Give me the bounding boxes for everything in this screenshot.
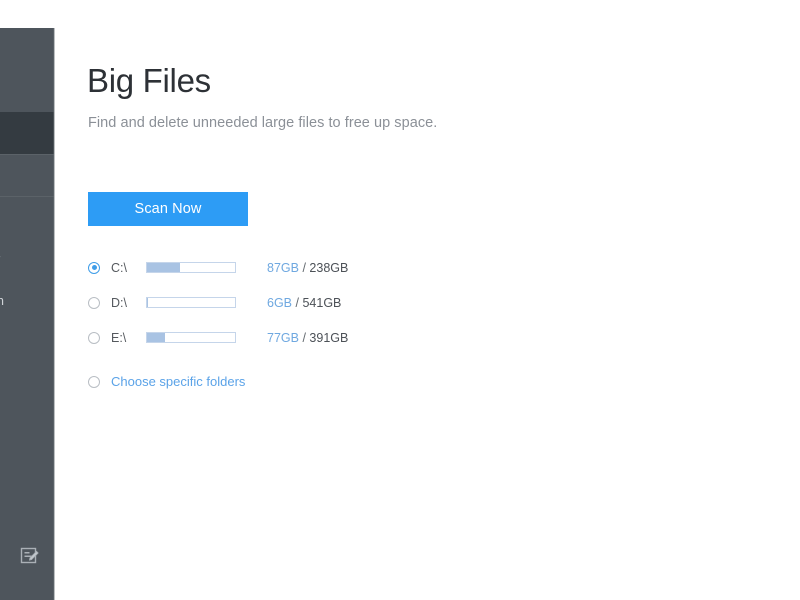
choose-specific-folders-row[interactable]: Choose specific folders <box>88 364 248 399</box>
choose-folders-radio[interactable] <box>88 375 100 388</box>
drive-used-d: 6GB <box>267 295 293 310</box>
page-title: Big Files <box>87 62 211 99</box>
drive-total-e: 391GB <box>309 330 349 345</box>
app-window: Big Files Duplicate Files Big Files Syst… <box>0 0 800 600</box>
drive-usage-bar-c <box>146 262 236 273</box>
drive-label-d: D:\ <box>111 295 127 310</box>
drive-size-separator-c: / <box>302 260 306 275</box>
sidebar-item-big-files[interactable]: Big Files <box>0 112 54 154</box>
page-subtitle: Find and delete unneeded large files to … <box>88 115 438 131</box>
drive-used-e: 77GB <box>267 330 299 345</box>
drive-label-e: E:\ <box>111 330 127 345</box>
choose-folders-label: Choose specific folders <box>111 374 246 389</box>
drive-row-d[interactable]: D:\ 6GB / 541GB <box>88 285 488 320</box>
drive-size-separator-d: / <box>295 295 299 310</box>
drive-size-separator-e: / <box>302 330 306 345</box>
drive-used-c: 87GB <box>267 260 299 275</box>
sidebar-edge-divider <box>53 28 55 600</box>
drive-size-c: 87GB / 238GB <box>267 261 348 275</box>
sidebar-item-0[interactable]: Big Files <box>0 28 54 70</box>
drive-usage-bar-d <box>146 297 236 308</box>
sidebar-item-5[interactable]: Uninstall Manager <box>0 238 54 280</box>
sidebar-item-6[interactable]: Browser Extension <box>0 280 54 322</box>
drive-size-d: 6GB / 541GB <box>267 296 341 310</box>
drive-usage-fill-d <box>147 298 148 307</box>
drive-usage-fill-e <box>147 333 165 342</box>
drive-radio-e[interactable] <box>88 331 100 344</box>
sidebar-item-1[interactable]: Duplicate Files <box>0 70 54 112</box>
main-content: Big Files Find and delete unneeded large… <box>55 0 800 600</box>
scan-now-button[interactable]: Scan Now <box>88 192 248 226</box>
sidebar-item-3[interactable]: System Clean <box>0 154 54 196</box>
drive-usage-bar-e <box>146 332 236 343</box>
drive-size-e: 77GB / 391GB <box>267 331 348 345</box>
drive-row-e[interactable]: E:\ 77GB / 391GB <box>88 320 488 355</box>
drive-radio-d[interactable] <box>88 296 100 309</box>
sidebar-footer <box>0 538 54 578</box>
drive-row-c[interactable]: C:\ 87GB / 238GB <box>88 250 488 285</box>
sidebar: Big Files Duplicate Files Big Files Syst… <box>0 28 54 600</box>
drive-selection-list: C:\ 87GB / 238GB D:\ 6GB / 541GB E:\ 77G… <box>88 250 488 399</box>
drive-label-c: C:\ <box>111 260 127 275</box>
drive-radio-c[interactable] <box>88 261 100 274</box>
drive-total-d: 541GB <box>302 295 342 310</box>
sidebar-item-4[interactable]: Startup Manager <box>0 196 54 238</box>
sidebar-nav-list: Big Files Duplicate Files Big Files Syst… <box>0 28 54 322</box>
drive-usage-fill-c <box>147 263 180 272</box>
drive-total-c: 238GB <box>309 260 349 275</box>
feedback-edit-icon[interactable] <box>20 546 39 565</box>
